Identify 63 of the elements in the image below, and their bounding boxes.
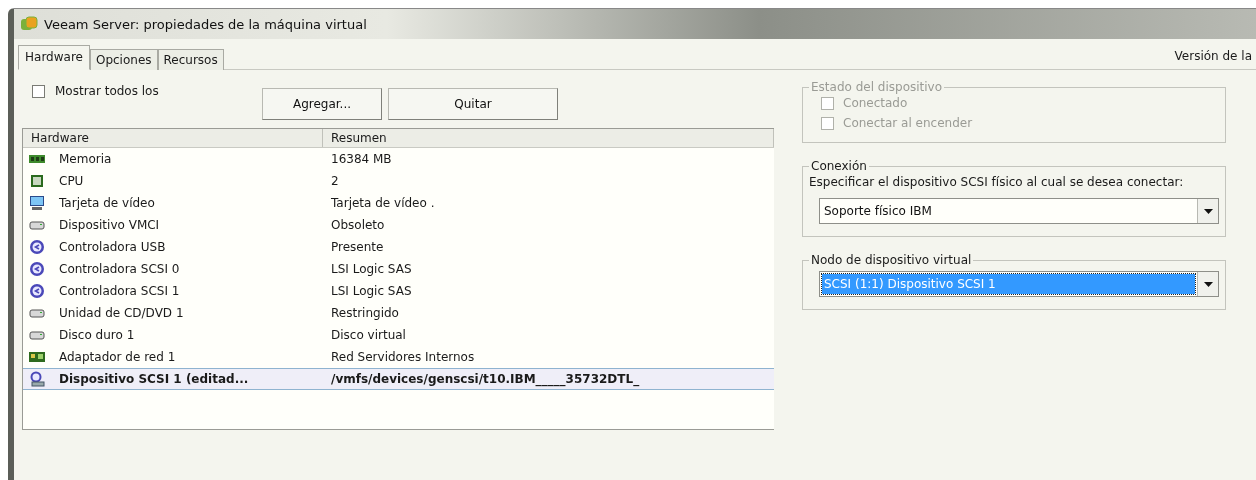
table-row[interactable]: Unidad de CD/DVD 1 Restringido — [23, 302, 774, 324]
table-cell-text: Presente — [330, 240, 385, 254]
table-cell: Controladora SCSI 1 — [59, 284, 180, 298]
group-title: Nodo de dispositivo virtual — [810, 253, 973, 267]
table-cell-text: 16384 MB — [330, 152, 393, 166]
table-cell: Tarjeta de vídeo — [59, 196, 155, 210]
table-cell: Disco duro 1 — [59, 328, 135, 342]
controller-icon — [29, 261, 45, 277]
table-cell: Unidad de CD/DVD 1 — [59, 306, 184, 320]
checkbox-label: Conectar al encender — [843, 116, 973, 130]
table-cell-text: LSI Logic SAS — [330, 284, 413, 298]
column-header[interactable]: Resumen — [323, 129, 774, 147]
device-dropdown[interactable]: Soporte físico IBM — [819, 198, 1219, 224]
table-cell-text: Disco virtual — [330, 328, 407, 342]
table-row[interactable]: CPU 2 — [23, 170, 774, 192]
group-title: Estado del dispositivo — [810, 80, 944, 94]
cpu-icon — [29, 173, 45, 189]
column-header[interactable]: Hardware — [23, 129, 323, 147]
table-cell: Dispositivo SCSI 1 (editad... — [59, 372, 249, 386]
table-row[interactable]: Controladora SCSI 0 LSI Logic SAS — [23, 258, 774, 280]
scsi-device-icon — [29, 371, 45, 387]
table-cell-text: /vmfs/devices/genscsi/t10.IBM_____35732DTL_ — [330, 372, 641, 386]
tab[interactable]: Opciones — [89, 49, 158, 70]
description-text: Especificar el dispositivo SCSI físico al cual se desea conectar: — [809, 175, 1185, 190]
table-row[interactable]: Dispositivo SCSI 1 (editad... /vmfs/devices/genscsi/t10.IBM_____35732DTL_ — [23, 368, 774, 390]
table-cell: Adaptador de red 1 — [59, 350, 176, 364]
table-row[interactable]: Controladora SCSI 1 LSI Logic SAS — [23, 280, 774, 302]
table-cell-text: Red Servidores Internos — [330, 350, 476, 364]
checkbox-label: Mostrar todos los — [55, 84, 159, 98]
version-label: Versión de la — [1174, 49, 1253, 63]
remove-button[interactable]: Quitar — [388, 88, 558, 120]
table-row[interactable]: Dispositivo VMCI Obsoleto — [23, 214, 774, 236]
table-row[interactable]: Disco duro 1 Disco virtual — [23, 324, 774, 346]
app-logo-icon — [20, 15, 38, 33]
add-button[interactable]: Agregar... — [262, 88, 382, 120]
table-cell: CPU — [59, 174, 84, 188]
table-row[interactable]: Controladora USB Presente — [23, 236, 774, 258]
table-row[interactable]: Tarjeta de vídeo Tarjeta de vídeo . — [23, 192, 774, 214]
dropdown-button[interactable] — [1197, 272, 1218, 296]
group-title: Conexión — [810, 159, 868, 173]
tab[interactable]: Hardware — [18, 45, 90, 70]
table-cell: Memoria — [59, 152, 112, 166]
tab[interactable]: Recursos — [157, 49, 224, 70]
caret-icon — [1203, 281, 1213, 287]
table-cell-text: Obsoleto — [330, 218, 386, 232]
dropdown-button[interactable] — [1197, 199, 1218, 223]
table-cell: Controladora SCSI 0 — [59, 262, 180, 276]
table-cell: Dispositivo VMCI — [59, 218, 160, 232]
controller-icon — [29, 239, 45, 255]
table-cell-text: Restringido — [330, 306, 400, 320]
monitor-icon — [29, 195, 45, 211]
window-title: Veeam Server: propiedades de la máquina virtual — [44, 16, 367, 32]
table-cell-text: LSI Logic SAS — [330, 262, 413, 276]
checkbox-label: Conectado — [843, 96, 908, 110]
table-cell-text: 2 — [330, 174, 340, 188]
caret-icon — [1203, 208, 1213, 214]
table-cell-text: Tarjeta de vídeo . — [330, 196, 436, 210]
table-row[interactable]: Memoria 16384 MB — [23, 148, 774, 170]
table-cell: Controladora USB — [59, 240, 166, 254]
network-card-icon — [29, 349, 45, 365]
controller-icon — [29, 283, 45, 299]
checkbox[interactable] — [32, 84, 45, 98]
table-row[interactable]: Adaptador de red 1 Red Servidores Internos — [23, 346, 774, 368]
